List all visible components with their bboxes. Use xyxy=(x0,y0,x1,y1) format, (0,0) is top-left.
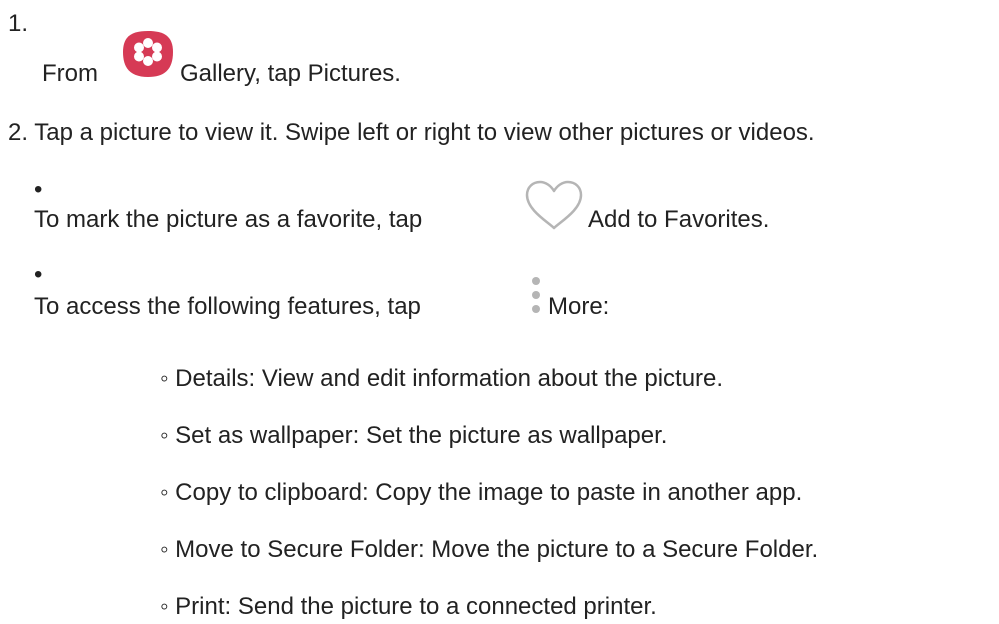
gallery-app-icon xyxy=(123,31,173,77)
more-vertical-icon xyxy=(532,277,540,313)
feature-item-details: ◦ Details: View and edit information abo… xyxy=(160,365,724,392)
feature-item-secure-folder: ◦ Move to Secure Folder: Move the pictur… xyxy=(160,536,819,563)
favorite-instruction-prefix: To mark the picture as a favorite, tap xyxy=(34,206,423,233)
favorite-instruction-suffix: Add to Favorites. xyxy=(588,206,770,233)
more-instruction-suffix: More: xyxy=(548,293,610,320)
more-instruction-prefix: To access the following features, tap xyxy=(34,293,421,320)
step-2-text: 2. Tap a picture to view it. Swipe left … xyxy=(8,119,815,146)
bullet-marker-favorite: • xyxy=(34,176,43,203)
feature-item-copy-clipboard: ◦ Copy to clipboard: Copy the image to p… xyxy=(160,479,803,506)
step-1-suffix: Gallery, tap Pictures. xyxy=(180,60,401,87)
heart-outline-icon xyxy=(525,180,583,230)
step-1-prefix: From xyxy=(42,60,98,87)
bullet-marker-more: • xyxy=(34,261,43,288)
feature-item-set-wallpaper: ◦ Set as wallpaper: Set the picture as w… xyxy=(160,422,668,449)
step-1-number: 1. xyxy=(8,10,29,37)
feature-item-print: ◦ Print: Send the picture to a connected… xyxy=(160,593,657,620)
